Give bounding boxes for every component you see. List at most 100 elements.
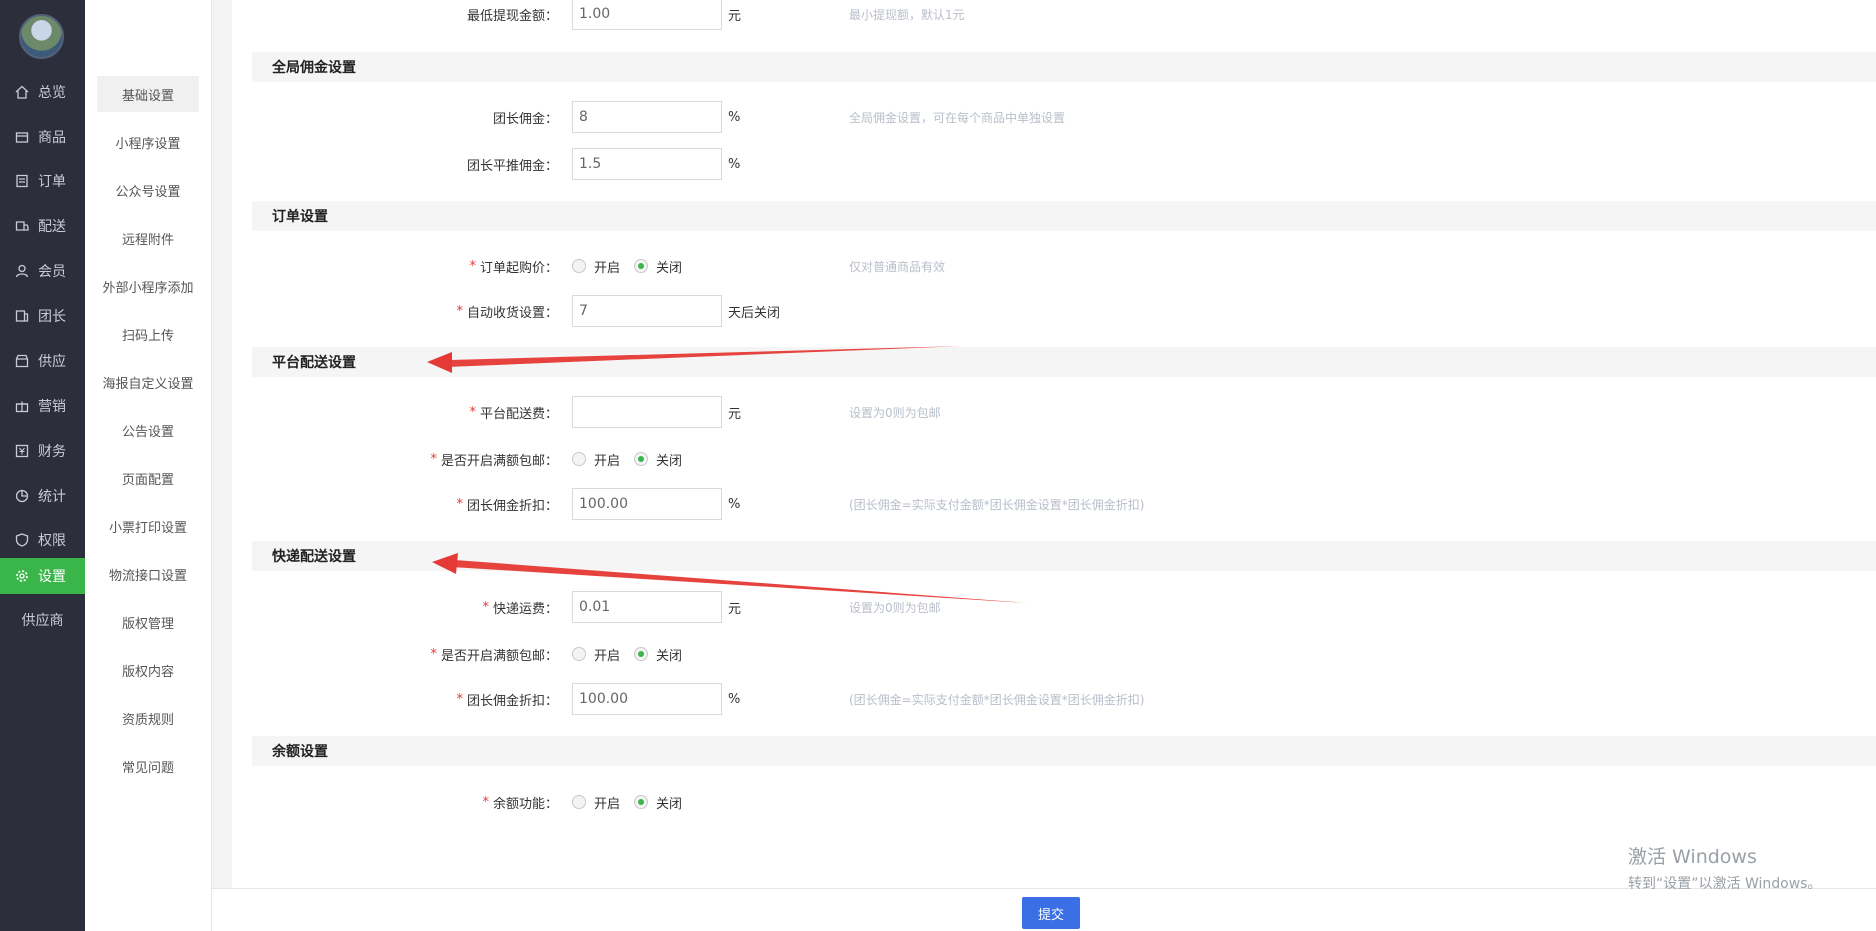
subnav-label: 物流接口设置 xyxy=(108,568,187,584)
watermark-title: 激活 Windows xyxy=(1628,846,1757,868)
nav-item-settings[interactable]: 设置 xyxy=(0,558,85,594)
user-icon xyxy=(14,263,30,279)
express-discount-input[interactable] xyxy=(572,683,722,715)
nav-item-supply[interactable]: 供应 xyxy=(0,343,85,379)
radio-off[interactable]: 关闭 xyxy=(634,450,682,469)
nav-item-label: 统计 xyxy=(38,489,66,505)
subnav-faq[interactable]: 常见问题 xyxy=(97,748,199,784)
subnav-remote-attachment[interactable]: 远程附件 xyxy=(97,220,199,256)
gutter xyxy=(212,0,232,888)
radio-circle xyxy=(572,795,586,809)
subnav-label: 版权管理 xyxy=(121,616,174,632)
radio-circle-checked xyxy=(634,795,649,809)
nav-item-label: 营销 xyxy=(38,399,66,415)
radio-off[interactable]: 关闭 xyxy=(634,645,682,664)
min-withdraw-row: 最低提现金额： 元 最小提现额，默认1元 xyxy=(252,0,1852,31)
nav-item-label: 总览 xyxy=(38,85,66,101)
subnav-qualification-rules[interactable]: 资质规则 xyxy=(97,700,199,736)
radio-on[interactable]: 开启 xyxy=(572,450,620,469)
avatar[interactable] xyxy=(19,14,64,59)
hint-text: (团长佣金=实际支付金额*团长佣金设置*团长佣金折扣) xyxy=(849,497,1145,512)
nav-item-stats[interactable]: 统计 xyxy=(0,478,85,514)
subnav-label: 常见问题 xyxy=(121,760,174,776)
order-min-price-row: * 订单起购价： 开启 关闭 仅对普通商品有效 xyxy=(252,249,1852,283)
gift-icon xyxy=(14,398,30,414)
nav-item-label: 订单 xyxy=(38,174,66,190)
nav-item-leaders[interactable]: 团长 xyxy=(0,298,85,334)
subnav-basic-settings[interactable]: 基础设置 xyxy=(97,76,199,112)
settings-form: 最低提现金额： 元 最小提现额，默认1元 全局佣金设置 团长佣金： % 全局佣金… xyxy=(212,0,1876,931)
radio-label: 关闭 xyxy=(656,648,683,664)
subnav-logistics-api[interactable]: 物流接口设置 xyxy=(97,556,199,592)
radio-on[interactable]: 开启 xyxy=(572,645,620,664)
subnav-scan-upload[interactable]: 扫码上传 xyxy=(97,316,199,352)
subnav-copyright-management[interactable]: 版权管理 xyxy=(97,604,199,640)
order-min-price-label: * 订单起购价： xyxy=(469,258,558,276)
platform-fee-input[interactable] xyxy=(572,396,722,428)
nav-item-finance[interactable]: 财务 xyxy=(0,433,85,469)
section-balance: 余额设置 xyxy=(252,736,1876,766)
main-sidebar: 总览 商品 订单 配送 会员 团长 供应 营销 财务 统计 权限 设置 供应商 xyxy=(0,0,85,931)
subnav-receipt-print[interactable]: 小票打印设置 xyxy=(97,508,199,544)
subnav-miniprogram-settings[interactable]: 小程序设置 xyxy=(97,124,199,160)
nav-item-delivery[interactable]: 配送 xyxy=(0,208,85,244)
nav-item-overview[interactable]: 总览 xyxy=(0,74,85,110)
min-withdraw-input[interactable] xyxy=(572,0,722,30)
leader-commission-input[interactable] xyxy=(572,101,722,133)
express-discount-row: *团长佣金折扣： % (团长佣金=实际支付金额*团长佣金设置*团长佣金折扣) xyxy=(252,682,1852,716)
leader-push-commission-input[interactable] xyxy=(572,148,722,180)
nav-item-members[interactable]: 会员 xyxy=(0,253,85,289)
subnav-page-config[interactable]: 页面配置 xyxy=(97,460,199,496)
nav-item-label: 供应 xyxy=(38,354,66,370)
order-icon xyxy=(14,173,30,189)
radio-off[interactable]: 关闭 xyxy=(634,257,682,276)
platform-discount-input[interactable] xyxy=(572,488,722,520)
nav-item-goods[interactable]: 商品 xyxy=(0,119,85,155)
express-fee-input[interactable] xyxy=(572,591,722,623)
platform-fee-label: * 平台配送费： xyxy=(469,404,558,422)
nav-item-marketing[interactable]: 营销 xyxy=(0,388,85,424)
subnav-label: 扫码上传 xyxy=(121,328,174,344)
subnav-official-account-settings[interactable]: 公众号设置 xyxy=(97,172,199,208)
delivery-icon xyxy=(14,218,30,234)
unit-label: % xyxy=(728,156,741,172)
radio-on[interactable]: 开启 xyxy=(572,793,620,812)
express-free-ship-row: * 是否开启满额包邮： 开启 关闭 xyxy=(252,637,1852,671)
subnav-label: 资质规则 xyxy=(121,712,174,728)
leader-push-commission-row: 团长平推佣金： % xyxy=(252,147,1852,181)
radio-on[interactable]: 开启 xyxy=(572,257,620,276)
submit-button[interactable]: 提交 xyxy=(1022,897,1080,929)
windows-activation-watermark: 激活 Windows 转到“设置”以激活 Windows。 xyxy=(1628,842,1821,893)
auto-receive-row: *自动收货设置： 天后关闭 xyxy=(252,294,1852,328)
leader-commission-row: 团长佣金： % 全局佣金设置，可在每个商品中单独设置 xyxy=(252,100,1852,134)
radio-circle-checked xyxy=(634,259,649,273)
express-fee-row: *快递运费： 元 设置为0则为包邮 xyxy=(252,590,1852,624)
auto-receive-input[interactable] xyxy=(572,295,722,327)
subnav-label: 公众号设置 xyxy=(115,184,181,200)
section-platform-delivery: 平台配送设置 xyxy=(252,347,1876,377)
subnav-poster-settings[interactable]: 海报自定义设置 xyxy=(97,364,199,400)
subnav-copyright-content[interactable]: 版权内容 xyxy=(97,652,199,688)
hint-text: 设置为0则为包邮 xyxy=(849,600,941,615)
radio-label: 开启 xyxy=(594,648,621,664)
express-free-ship-label: * 是否开启满额包邮： xyxy=(430,646,558,664)
unit-label: 天后关闭 xyxy=(728,305,781,321)
subnav-label: 基础设置 xyxy=(121,88,174,104)
radio-label: 开启 xyxy=(594,260,621,276)
auto-receive-label: * 自动收货设置： xyxy=(456,303,558,321)
nav-item-label: 会员 xyxy=(38,264,66,280)
subnav-label: 页面配置 xyxy=(121,472,174,488)
watermark-subtitle: 转到“设置”以激活 Windows。 xyxy=(1628,876,1822,892)
balance-feature-row: * 余额功能： 开启 关闭 xyxy=(252,785,1852,819)
platform-free-ship-label: * 是否开启满额包邮： xyxy=(430,451,558,469)
nav-item-supplier[interactable]: 供应商 xyxy=(0,602,85,638)
subnav-notice-settings[interactable]: 公告设置 xyxy=(97,412,199,448)
unit-label: 元 xyxy=(728,601,742,617)
radio-off[interactable]: 关闭 xyxy=(634,793,682,812)
unit-label: % xyxy=(728,691,741,707)
platform-discount-row: *团长佣金折扣： % (团长佣金=实际支付金额*团长佣金设置*团长佣金折扣) xyxy=(252,487,1852,521)
nav-item-orders[interactable]: 订单 xyxy=(0,163,85,199)
nav-item-label: 配送 xyxy=(38,219,66,235)
subnav-external-miniprogram[interactable]: 外部小程序添加 xyxy=(97,268,199,304)
nav-item-permissions[interactable]: 权限 xyxy=(0,522,85,558)
